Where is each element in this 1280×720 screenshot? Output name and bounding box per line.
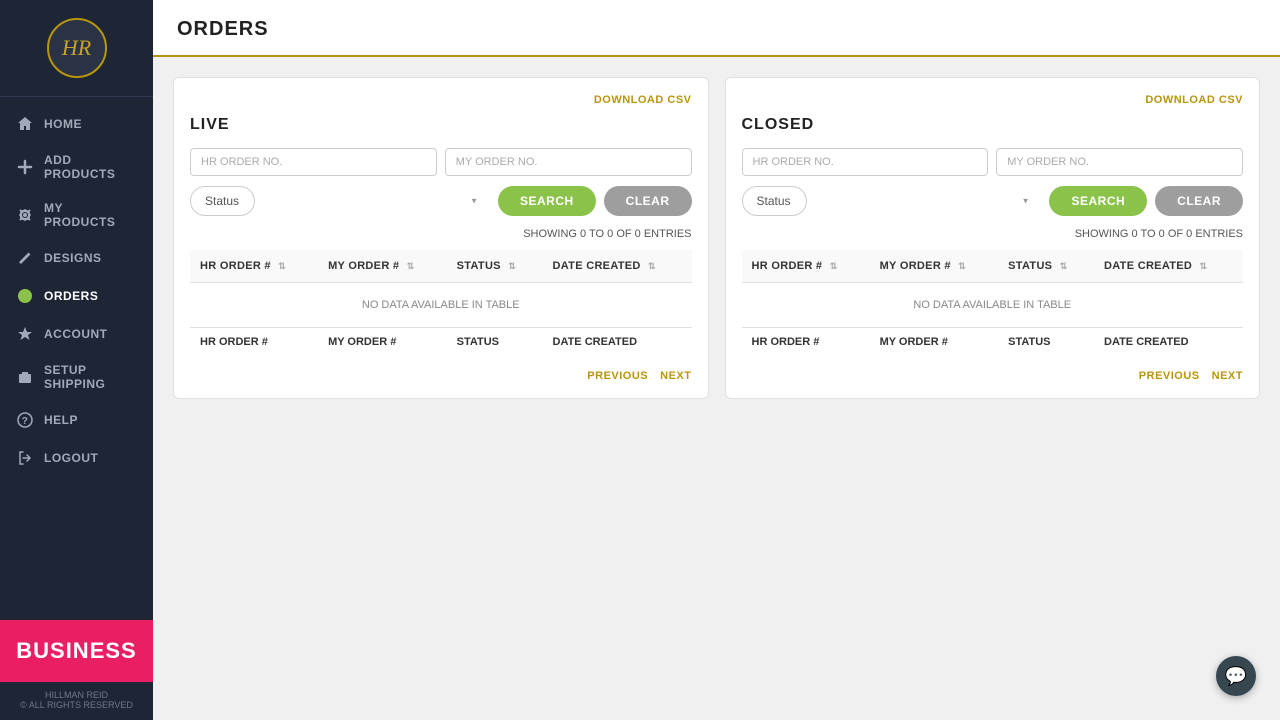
box-icon <box>16 368 34 386</box>
live-sort-my-order-icon: ⇅ <box>407 261 415 272</box>
live-showing-text: SHOWING 0 TO 0 OF 0 ENTRIES <box>190 228 692 240</box>
logo-emblem: HR <box>47 18 107 78</box>
live-table-header-row: HR ORDER # ⇅ MY ORDER # ⇅ STATUS ⇅ DAT <box>190 250 692 283</box>
closed-my-order-input[interactable] <box>996 148 1243 176</box>
closed-footer-hr-order: HR ORDER # <box>742 328 870 357</box>
live-footer-my-order: MY ORDER # <box>318 328 447 357</box>
live-col-date-created[interactable]: DATE CREATED ⇅ <box>543 250 692 283</box>
live-sort-date-icon: ⇅ <box>648 261 656 272</box>
sidebar-item-my-products[interactable]: MY PRODUCTS <box>0 191 153 239</box>
closed-panel-top: DOWNLOAD CSV <box>742 94 1244 106</box>
closed-next-link[interactable]: NEXT <box>1212 370 1243 382</box>
sidebar: HR HOME ADD PRODUCTS MY PRODUCTS <box>0 0 153 720</box>
page-title: ORDERS <box>177 18 1256 55</box>
chat-icon: 💬 <box>1225 666 1247 687</box>
live-footer-date-created: DATE CREATED <box>543 328 692 357</box>
closed-clear-button[interactable]: CLEAR <box>1155 186 1243 216</box>
plus-icon <box>16 158 34 176</box>
closed-panel-title: CLOSED <box>742 116 1244 134</box>
sidebar-item-designs[interactable]: DESIGNS <box>0 239 153 277</box>
sidebar-item-logout[interactable]: LOGOUT <box>0 439 153 477</box>
orders-grid: DOWNLOAD CSV LIVE Status SEARCH CLEAR SH… <box>153 57 1280 419</box>
closed-pagination: PREVIOUS NEXT <box>742 370 1244 382</box>
live-panel: DOWNLOAD CSV LIVE Status SEARCH CLEAR SH… <box>173 77 709 399</box>
live-status-wrapper: Status <box>190 186 490 216</box>
live-table-footer-row: HR ORDER # MY ORDER # STATUS DATE CREATE… <box>190 328 692 357</box>
live-next-link[interactable]: NEXT <box>660 370 691 382</box>
business-banner: BUSINESS <box>0 620 153 682</box>
live-panel-top: DOWNLOAD CSV <box>190 94 692 106</box>
page-header: ORDERS <box>153 0 1280 57</box>
live-previous-link[interactable]: PREVIOUS <box>587 370 648 382</box>
closed-sort-my-order-icon: ⇅ <box>958 261 966 272</box>
closed-col-hr-order[interactable]: HR ORDER # ⇅ <box>742 250 870 283</box>
main-content: ORDERS DOWNLOAD CSV LIVE Status SEARCH C… <box>153 0 1280 720</box>
live-clear-button[interactable]: CLEAR <box>604 186 692 216</box>
live-download-csv-link[interactable]: DOWNLOAD CSV <box>594 94 692 106</box>
live-no-data-cell: NO DATA AVAILABLE IN TABLE <box>190 283 692 328</box>
sidebar-footer: HILLMAN REID © ALL RIGHTS RESERVED <box>0 682 153 720</box>
closed-panel: DOWNLOAD CSV CLOSED Status SEARCH CLEAR … <box>725 77 1261 399</box>
svg-text:?: ? <box>22 416 29 427</box>
sidebar-bottom: BUSINESS HILLMAN REID © ALL RIGHTS RESER… <box>0 620 153 720</box>
closed-col-date-created[interactable]: DATE CREATED ⇅ <box>1094 250 1243 283</box>
closed-search-row <box>742 148 1244 176</box>
live-orders-table: HR ORDER # ⇅ MY ORDER # ⇅ STATUS ⇅ DAT <box>190 250 692 356</box>
live-sort-hr-order-icon: ⇅ <box>278 261 286 272</box>
live-filter-row: Status SEARCH CLEAR <box>190 186 692 216</box>
gear-icon <box>16 206 34 224</box>
live-col-status[interactable]: STATUS ⇅ <box>447 250 543 283</box>
closed-showing-text: SHOWING 0 TO 0 OF 0 ENTRIES <box>742 228 1244 240</box>
closed-search-button[interactable]: SEARCH <box>1049 186 1147 216</box>
sidebar-item-orders[interactable]: ORDERS <box>0 277 153 315</box>
sidebar-item-add-products[interactable]: ADD PRODUCTS <box>0 143 153 191</box>
sidebar-nav: HOME ADD PRODUCTS MY PRODUCTS DESIGNS OR <box>0 97 153 620</box>
closed-footer-my-order: MY ORDER # <box>870 328 999 357</box>
closed-footer-status: STATUS <box>998 328 1094 357</box>
sidebar-item-account[interactable]: AcCouNT <box>0 315 153 353</box>
closed-status-wrapper: Status <box>742 186 1042 216</box>
live-sort-status-icon: ⇅ <box>508 261 516 272</box>
live-my-order-input[interactable] <box>445 148 692 176</box>
closed-table-header-row: HR ORDER # ⇅ MY ORDER # ⇅ STATUS ⇅ DAT <box>742 250 1244 283</box>
sidebar-item-setup-shipping[interactable]: SETUP SHIPPING <box>0 353 153 401</box>
orders-circle-icon <box>16 287 34 305</box>
live-col-hr-order[interactable]: HR ORDER # ⇅ <box>190 250 318 283</box>
closed-previous-link[interactable]: PREVIOUS <box>1139 370 1200 382</box>
sidebar-logo: HR <box>0 0 153 97</box>
home-icon <box>16 115 34 133</box>
live-pagination: PREVIOUS NEXT <box>190 370 692 382</box>
live-panel-title: LIVE <box>190 116 692 134</box>
closed-no-data-row: NO DATA AVAILABLE IN TABLE <box>742 283 1244 328</box>
closed-no-data-cell: NO DATA AVAILABLE IN TABLE <box>742 283 1244 328</box>
question-icon: ? <box>16 411 34 429</box>
live-footer-status: STATUS <box>447 328 543 357</box>
live-status-select[interactable]: Status <box>190 186 255 216</box>
sidebar-item-home[interactable]: HOME <box>0 105 153 143</box>
closed-col-my-order[interactable]: MY ORDER # ⇅ <box>870 250 999 283</box>
live-search-row <box>190 148 692 176</box>
logout-icon <box>16 449 34 467</box>
closed-status-select[interactable]: Status <box>742 186 807 216</box>
closed-sort-status-icon: ⇅ <box>1060 261 1068 272</box>
live-hr-order-input[interactable] <box>190 148 437 176</box>
closed-orders-table: HR ORDER # ⇅ MY ORDER # ⇅ STATUS ⇅ DAT <box>742 250 1244 356</box>
closed-download-csv-link[interactable]: DOWNLOAD CSV <box>1145 94 1243 106</box>
sidebar-item-help[interactable]: ? HELP <box>0 401 153 439</box>
live-col-my-order[interactable]: MY ORDER # ⇅ <box>318 250 447 283</box>
live-no-data-row: NO DATA AVAILABLE IN TABLE <box>190 283 692 328</box>
live-search-button[interactable]: SEARCH <box>498 186 596 216</box>
live-footer-hr-order: HR ORDER # <box>190 328 318 357</box>
closed-filter-row: Status SEARCH CLEAR <box>742 186 1244 216</box>
pencil-icon <box>16 249 34 267</box>
closed-sort-date-icon: ⇅ <box>1200 261 1208 272</box>
closed-hr-order-input[interactable] <box>742 148 989 176</box>
closed-col-status[interactable]: STATUS ⇅ <box>998 250 1094 283</box>
closed-table-footer-row: HR ORDER # MY ORDER # STATUS DATE CREATE… <box>742 328 1244 357</box>
star-icon <box>16 325 34 343</box>
chat-button[interactable]: 💬 <box>1216 656 1256 696</box>
closed-sort-hr-order-icon: ⇅ <box>830 261 838 272</box>
closed-footer-date-created: DATE CREATED <box>1094 328 1243 357</box>
